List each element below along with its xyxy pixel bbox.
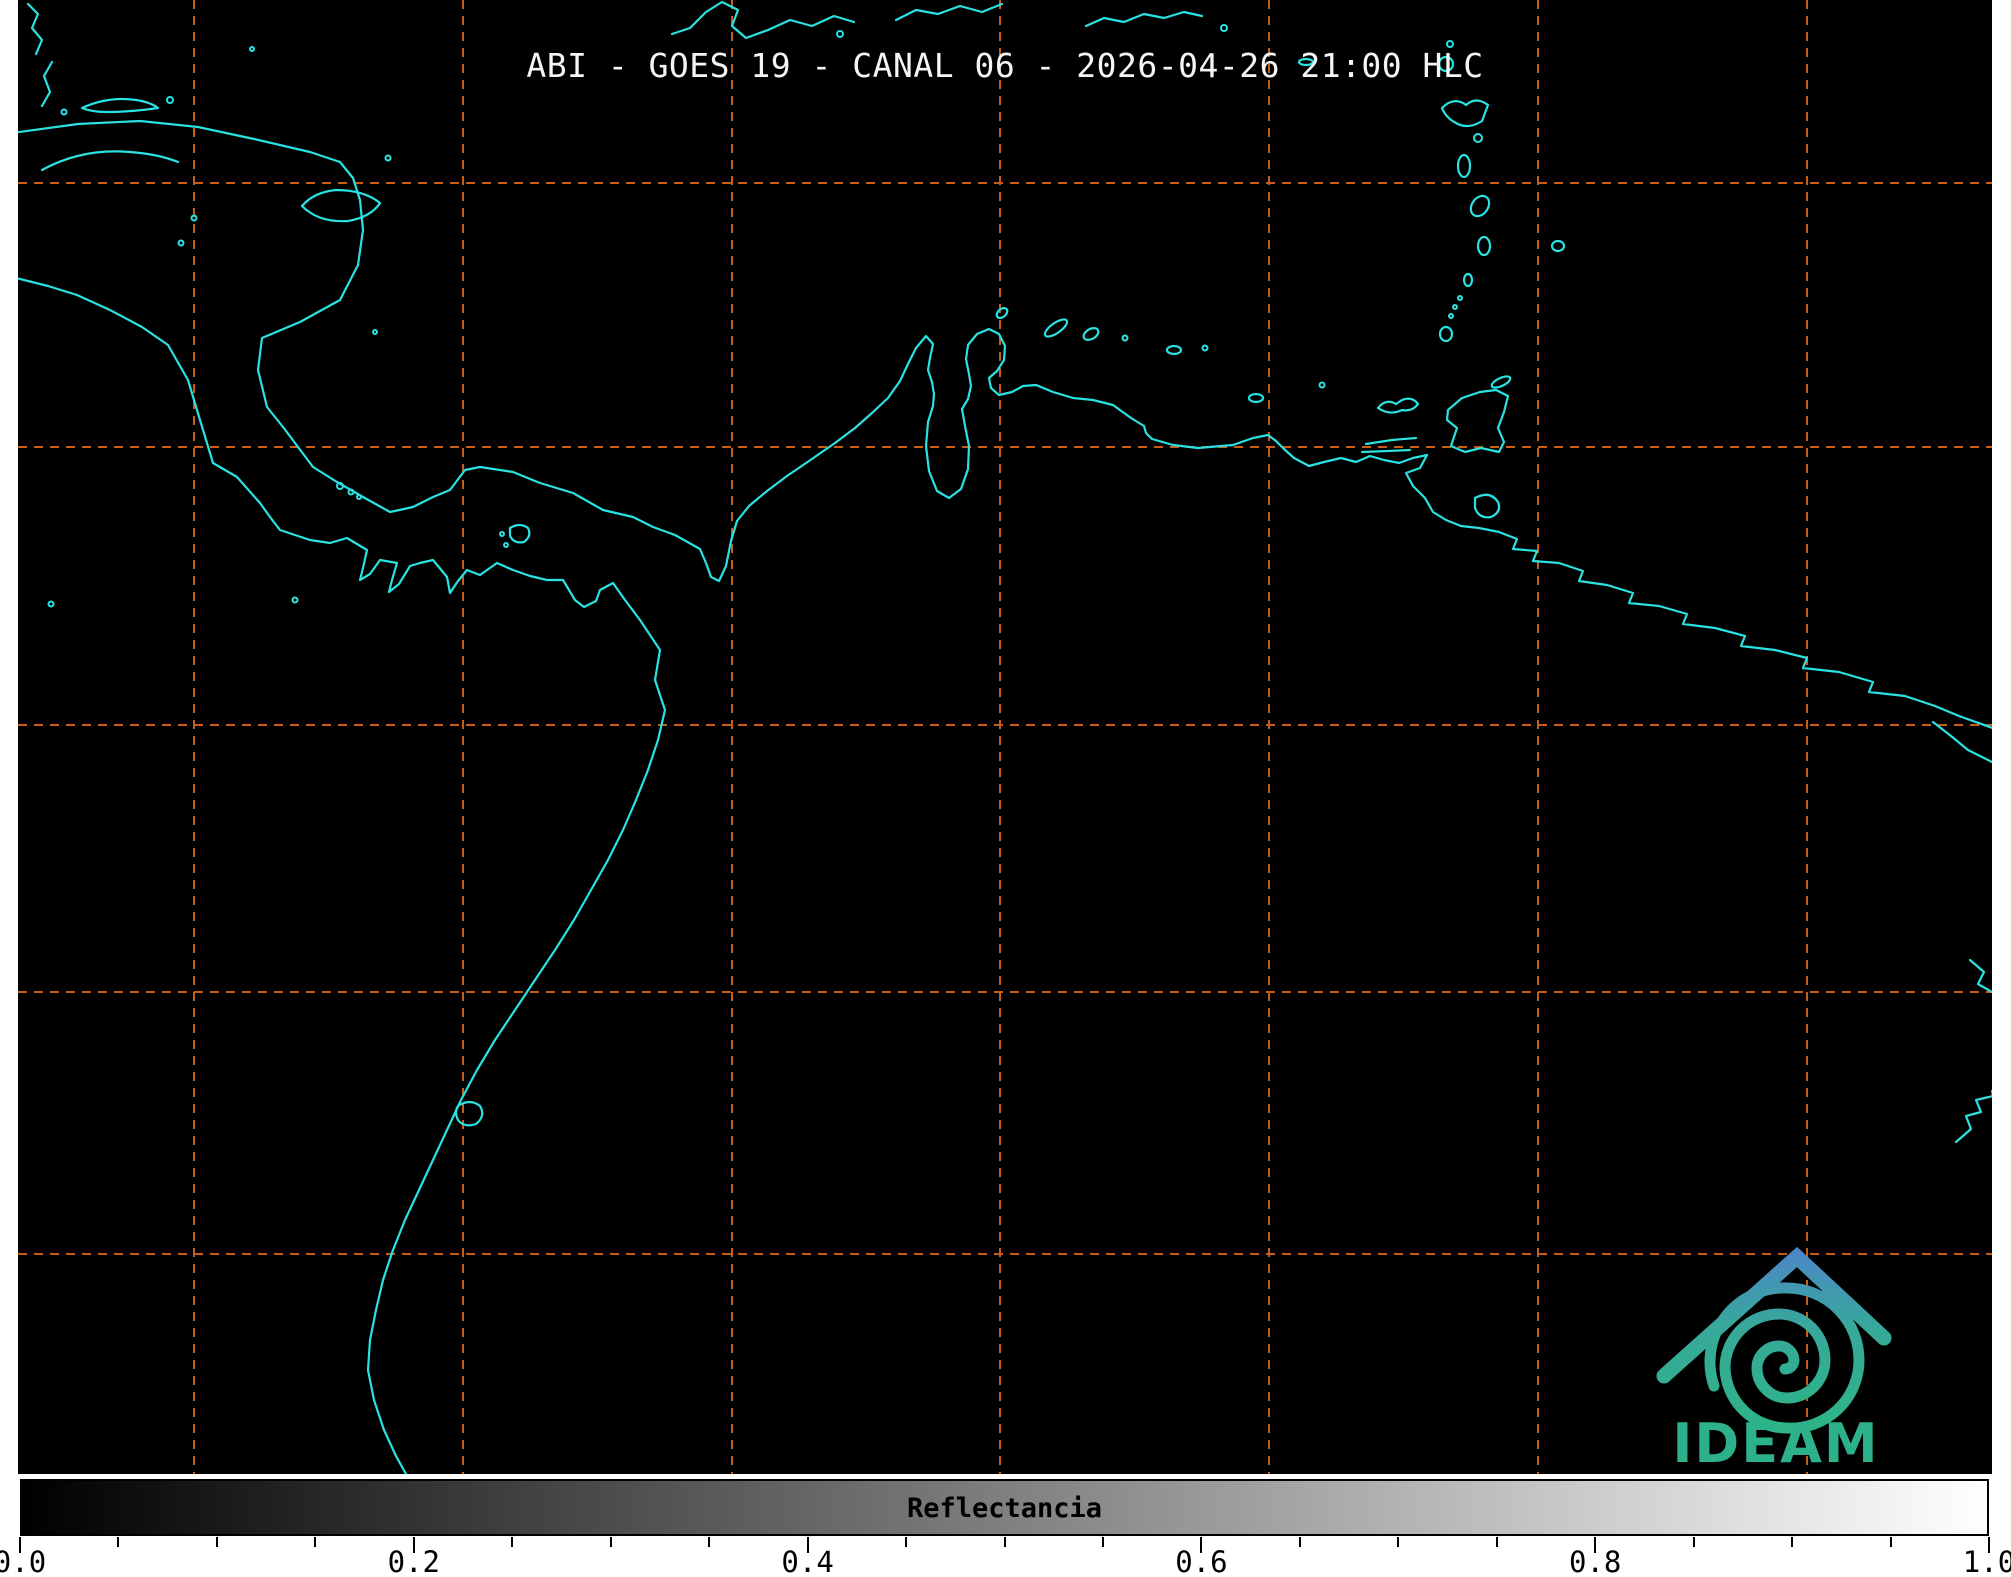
colorbar-minor-tick: [1101, 1537, 1104, 1547]
island-st-lucia: [1476, 235, 1492, 257]
ideam-logo: IDEAM: [1656, 1246, 1892, 1474]
peninsula-paria: [1360, 448, 1412, 454]
colorbar-minor-tick: [215, 1537, 218, 1547]
colorbar-minor-tick: [609, 1537, 612, 1547]
coastline-puerto-rico: [1084, 10, 1204, 28]
island-malpelo: [291, 596, 299, 604]
islet-pearl-1: [499, 531, 505, 537]
island-martinique: [1469, 194, 1491, 218]
island-orchila: [1201, 344, 1209, 352]
island-tobago: [1490, 375, 1512, 389]
islet-bocas-2: [347, 488, 355, 496]
island-puna: [454, 1100, 484, 1127]
colorbar-tick-label: 0.4: [781, 1545, 834, 1577]
colorbar-tick-label: 0.6: [1175, 1545, 1228, 1577]
island-st-vincent: [1462, 272, 1474, 288]
island-beata: [836, 30, 844, 38]
island-margarita: [1376, 397, 1420, 414]
island-cocos: [47, 600, 55, 608]
colorbar-tick-label: 1.0: [1962, 1545, 2011, 1577]
island-utila: [60, 108, 68, 116]
island-san-andres: [177, 239, 185, 247]
island-blanquilla: [1318, 381, 1326, 389]
islet-pearl-2: [503, 542, 509, 548]
colorbar-minor-tick: [1298, 1537, 1301, 1547]
colorbar-minor-tick: [1692, 1537, 1695, 1547]
coastline-right-upper: [1968, 958, 1992, 994]
islet-bocas-3: [356, 494, 362, 500]
satellite-product-page: IDEAM ABI - GOES 19 - CANAL 06 - 2026-04…: [0, 0, 2011, 1577]
island-tortuga: [1247, 392, 1265, 404]
island-las-aves: [1121, 334, 1129, 342]
colorbar-minor-tick: [511, 1537, 514, 1547]
island-marie-galante: [1473, 133, 1483, 143]
island-barbados: [1550, 239, 1566, 253]
coastline-hispaniola-west: [670, 0, 856, 40]
map-title: ABI - GOES 19 - CANAL 06 - 2026-04-26 21…: [526, 46, 1484, 85]
colorbar-minor-tick: [314, 1537, 317, 1547]
island-corn: [372, 329, 378, 335]
coastline-hispaniola-east: [894, 2, 1004, 22]
island-bonaire: [1082, 327, 1100, 341]
island-providencia: [190, 214, 198, 222]
colorbar-minor-tick: [1397, 1537, 1400, 1547]
colorbar-minor-tick: [905, 1537, 908, 1547]
colorbar-label: Reflectancia: [906, 1493, 1103, 1524]
island-pearl: [508, 523, 531, 544]
coastline-caribbean-mainland: [18, 119, 1992, 730]
grid-layer: [18, 0, 1992, 1474]
colorbar-minor-tick: [708, 1537, 711, 1547]
colorbar-minor-tick: [1791, 1537, 1794, 1547]
island-jamaica: [300, 188, 382, 223]
colorbar-minor-tick: [1003, 1537, 1006, 1547]
colorbar-tick-label: 0.0: [0, 1545, 47, 1577]
colorbar-ticks: [0, 1537, 2011, 1557]
satellite-map: IDEAM ABI - GOES 19 - CANAL 06 - 2026-04…: [18, 0, 1992, 1474]
island-trinidad: [1445, 388, 1510, 454]
colorbar: Reflectancia: [20, 1479, 1989, 1536]
island-curacao: [1043, 318, 1069, 338]
island-grenadines-1: [1457, 295, 1463, 301]
island-grenadines-3: [1448, 313, 1454, 319]
island-grenadines-2: [1452, 304, 1458, 310]
islet-bocas-1: [336, 482, 344, 490]
coastline-bank-arc: [40, 150, 180, 172]
colorbar-tick-label: 0.2: [387, 1545, 440, 1577]
island-vieques: [1220, 24, 1228, 32]
colorbar-minor-tick: [1495, 1537, 1498, 1547]
island-guanaja: [166, 96, 174, 104]
colorbar-minor-tick: [117, 1537, 120, 1547]
orinoco-delta: [1473, 493, 1501, 519]
island-dominica: [1456, 153, 1472, 179]
colorbar-minor-tick: [1889, 1537, 1892, 1547]
island-guadeloupe: [1440, 99, 1490, 128]
island-grenada: [1438, 325, 1454, 343]
coastline-river-mouth: [1931, 720, 1992, 764]
island-aruba: [995, 306, 1009, 320]
island-roatan: [80, 97, 160, 114]
coastline-right-lower: [1954, 1089, 1992, 1144]
colorbar-tick-label: 0.8: [1568, 1545, 1622, 1577]
coastline-pacific-mainland: [18, 277, 667, 1474]
island-miskito-cay: [384, 154, 392, 162]
peninsula-araya: [1364, 436, 1418, 446]
island-los-roques: [1165, 344, 1183, 356]
map-svg: IDEAM: [18, 0, 1992, 1474]
logo-text: IDEAM: [1672, 1412, 1879, 1474]
